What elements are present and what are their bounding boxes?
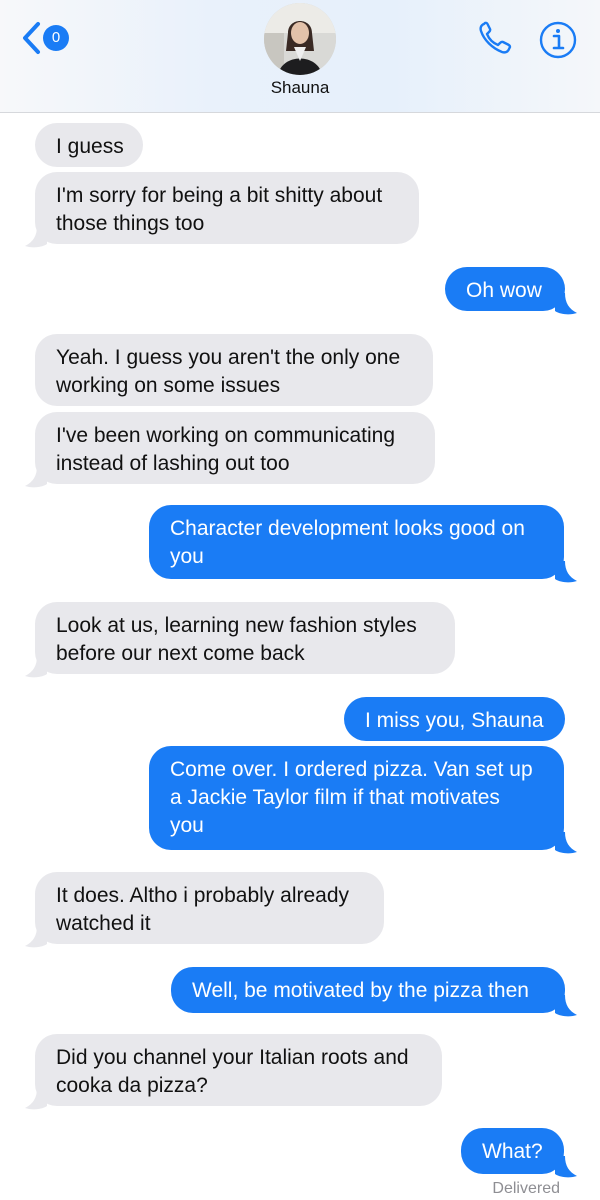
info-icon <box>539 21 577 59</box>
message-line: watched it <box>56 912 151 935</box>
message-bubble-outgoing[interactable]: I miss you, Shauna <box>344 697 565 741</box>
bubble-tail <box>25 1088 47 1110</box>
message-bubble-outgoing[interactable]: What? <box>461 1128 564 1174</box>
message-line: Yeah. I guess you aren't the only one <box>56 346 401 369</box>
message-line: What? <box>482 1140 543 1163</box>
message-line: you <box>170 545 204 568</box>
message-line: those things too <box>56 212 205 235</box>
message-line: I miss you, Shauna <box>365 709 544 732</box>
bubble-tail <box>555 995 577 1017</box>
message-line: Look at us, learning new fashion styles <box>56 614 417 637</box>
message-line: It does. Altho i probably already <box>56 884 350 907</box>
bubble-tail <box>25 466 47 488</box>
conversation-header: 0 Shauna <box>0 0 600 113</box>
message-line: before our next come back <box>56 642 305 665</box>
message-bubble-incoming[interactable]: I guess <box>35 123 143 167</box>
message-bubble-outgoing[interactable]: Come over. I ordered pizza. Van set up a… <box>149 746 564 850</box>
message-bubble-incoming[interactable]: Yeah. I guess you aren't the only one wo… <box>35 334 433 406</box>
phone-icon <box>479 21 512 54</box>
message-line: you <box>170 814 204 837</box>
bubble-tail <box>555 832 577 854</box>
bubble-tail <box>25 226 47 248</box>
message-line: Well, be motivated by the pizza then <box>192 979 529 1002</box>
message-bubble-outgoing[interactable]: Well, be motivated by the pizza then <box>171 967 565 1013</box>
message-bubble-incoming[interactable]: I'm sorry for being a bit shitty about t… <box>35 172 419 244</box>
message-bubble-outgoing[interactable]: Oh wow <box>445 267 565 311</box>
message-line: Oh wow <box>466 279 542 302</box>
message-bubble-incoming[interactable]: Look at us, learning new fashion styles … <box>35 602 455 674</box>
message-line: I've been working on communicating <box>56 424 396 447</box>
info-button[interactable] <box>538 20 578 60</box>
back-button[interactable]: 0 <box>20 20 76 56</box>
bubble-tail <box>25 926 47 948</box>
message-line: cooka da pizza? <box>56 1074 208 1097</box>
message-line: working on some issues <box>56 374 281 397</box>
message-line: a Jackie Taylor film if that motivates <box>170 786 500 809</box>
delivery-status: Delivered <box>492 1180 560 1197</box>
bubble-tail <box>25 656 47 678</box>
chevron-left-icon <box>23 22 40 54</box>
message-bubble-incoming[interactable]: Did you channel your Italian roots and c… <box>35 1034 442 1106</box>
contact-name[interactable]: Shauna <box>0 78 600 98</box>
message-line: I guess <box>56 135 124 158</box>
bubble-tail <box>555 561 577 583</box>
avatar-photo <box>264 3 336 75</box>
bubble-tail <box>555 1156 577 1178</box>
message-bubble-incoming[interactable]: I've been working on communicating inste… <box>35 412 435 484</box>
message-line: Did you channel your Italian roots and <box>56 1046 409 1069</box>
message-line: Character development looks good on <box>170 517 525 540</box>
message-bubble-incoming[interactable]: It does. Altho i probably already watche… <box>35 872 384 944</box>
message-line: Come over. I ordered pizza. Van set up <box>170 758 533 781</box>
avatar[interactable] <box>264 3 336 75</box>
call-button[interactable] <box>476 20 516 56</box>
message-line: instead of lashing out too <box>56 452 290 475</box>
messages-screen: 0 Shauna I guess I'm sorry for being a b… <box>0 0 600 1200</box>
bubble-tail <box>555 293 577 315</box>
message-line: I'm sorry for being a bit shitty about <box>56 184 383 207</box>
unread-badge: 0 <box>43 25 69 51</box>
message-bubble-outgoing[interactable]: Character development looks good on you <box>149 505 564 579</box>
